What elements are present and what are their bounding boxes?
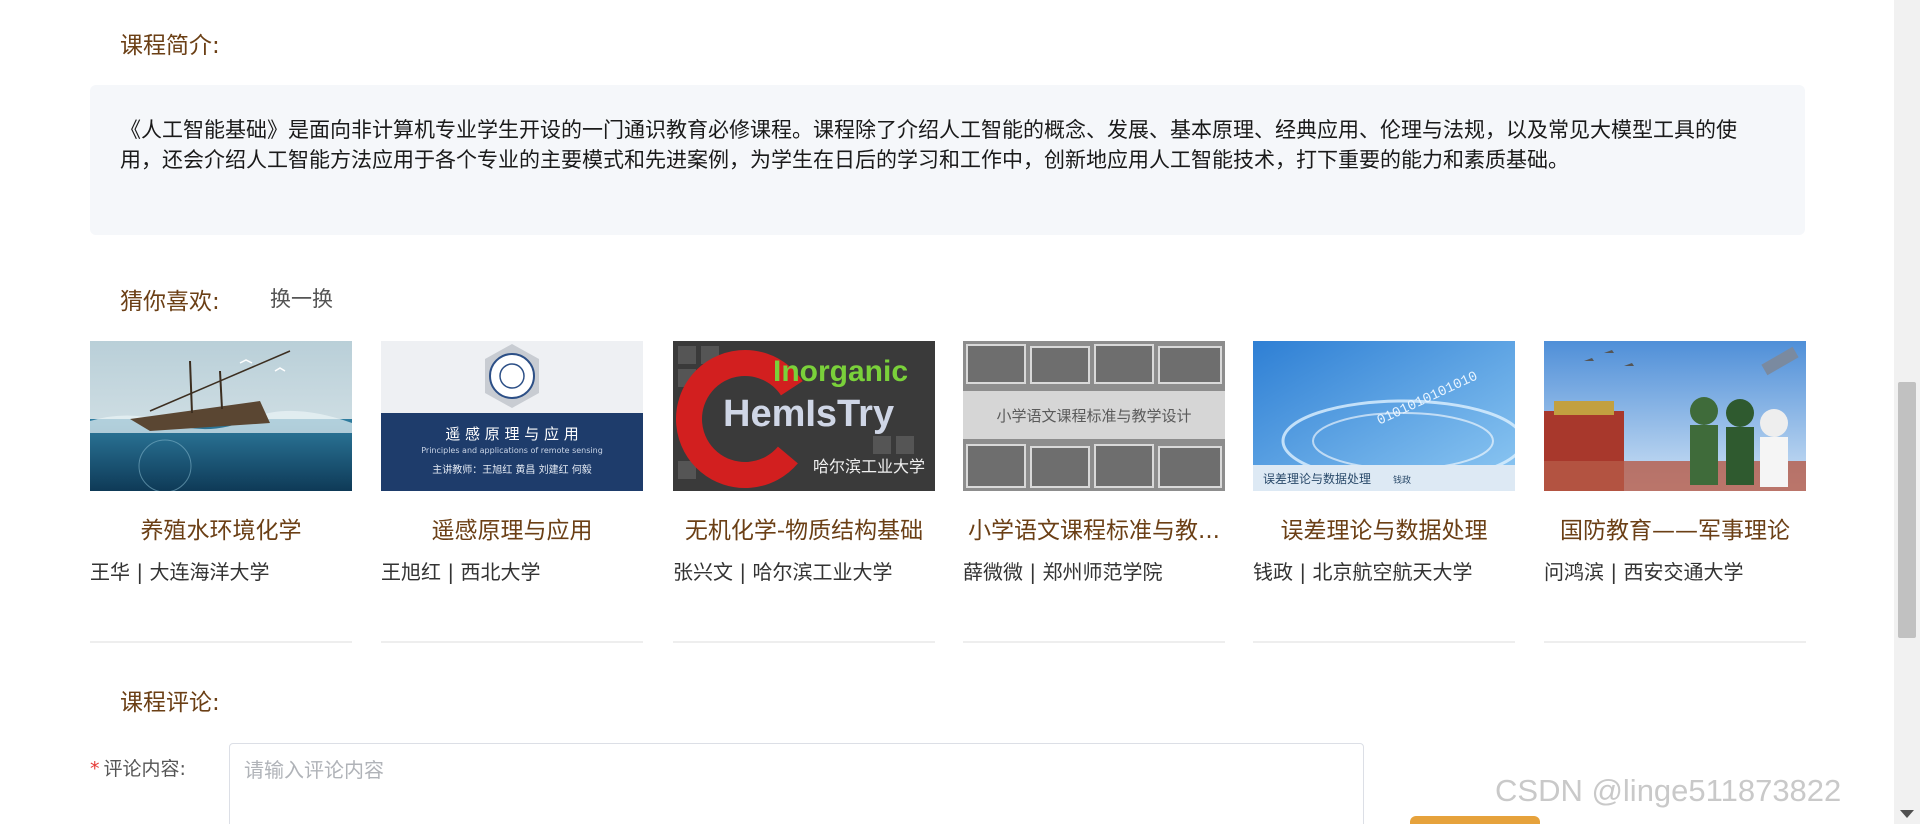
page-scrollbar[interactable] <box>1894 0 1920 824</box>
submit-comment-button[interactable] <box>1410 816 1540 824</box>
course-meta: 张兴文 | 哈尔滨工业大学 <box>673 560 893 584</box>
course-meta: 钱政 | 北京航空航天大学 <box>1253 560 1473 584</box>
thumbnail-title: 误差理论与数据处理 <box>1263 472 1372 486</box>
course-title[interactable]: 误差理论与数据处理 <box>1253 511 1515 543</box>
comment-label: * 评论内容: <box>90 754 186 781</box>
required-mark: * <box>90 758 100 780</box>
course-thumbnail[interactable]: 小学语文课程标准与教学设计 <box>963 341 1225 491</box>
course-card[interactable]: 国防教育——军事理论 问鸿滨 | 西安交通大学 <box>1544 341 1806 643</box>
thumbnail-subtitle: Principles and applications of remote se… <box>421 446 603 455</box>
course-card[interactable]: Inorganic HemIsTry 哈尔滨工业大学 无机化学-物质结构基础 张… <box>673 341 935 643</box>
recommend-heading: 猜你喜欢: <box>120 289 220 315</box>
course-title[interactable]: 养殖水环境化学 <box>90 511 352 543</box>
thumbnail-teachers: 主讲教师：王旭红 黄昌 刘建红 何毅 <box>432 465 592 476</box>
course-meta: 王华 | 大连海洋大学 <box>90 560 270 584</box>
intro-heading: 课程简介: <box>120 33 220 59</box>
course-card[interactable]: 养殖水环境化学 王华 | 大连海洋大学 <box>90 341 352 643</box>
thumbnail-title: Inorganic <box>773 355 909 388</box>
intro-text: 《人工智能基础》是面向非计算机专业学生开设的一门通识教育必修课程。课程除了介绍人… <box>120 118 1737 172</box>
course-thumbnail[interactable] <box>1544 341 1806 491</box>
course-thumbnail[interactable]: 遥 感 原 理 与 应 用 Principles and application… <box>381 341 643 491</box>
watermark: CSDN @linge511873822 <box>1495 773 1842 808</box>
course-title[interactable]: 无机化学-物质结构基础 <box>673 511 935 543</box>
course-meta: 问鸿滨 | 西安交通大学 <box>1544 560 1744 584</box>
thumbnail-title-2: HemIsTry <box>723 393 895 435</box>
refresh-button[interactable]: 换一换 <box>270 283 333 313</box>
course-detail-page: 课程简介: 《人工智能基础》是面向非计算机专业学生开设的一门通识教育必修课程。课… <box>0 0 1920 824</box>
thumbnail-title: 遥 感 原 理 与 应 用 <box>445 425 579 443</box>
thumbnail-school: 哈尔滨工业大学 <box>813 457 926 476</box>
comments-heading: 课程评论: <box>120 690 220 716</box>
course-title[interactable]: 遥感原理与应用 <box>381 511 643 543</box>
comment-label-text: 评论内容: <box>103 758 186 780</box>
course-meta: 薛微微 | 郑州师范学院 <box>963 560 1163 584</box>
course-thumbnail[interactable]: 0101010101010 误差理论与数据处理 钱政 <box>1253 341 1515 491</box>
scroll-down-arrow-icon[interactable] <box>1900 810 1914 818</box>
course-title[interactable]: 国防教育——军事理论 <box>1544 511 1806 543</box>
thumbnail-teacher: 钱政 <box>1393 476 1412 486</box>
course-thumbnail[interactable] <box>90 341 352 491</box>
comment-input[interactable] <box>229 743 1364 824</box>
course-meta: 王旭红 | 西北大学 <box>381 560 541 584</box>
intro-box: 《人工智能基础》是面向非计算机专业学生开设的一门通识教育必修课程。课程除了介绍人… <box>90 85 1805 235</box>
course-title[interactable]: 小学语文课程标准与教... <box>963 511 1225 543</box>
course-card[interactable]: 遥 感 原 理 与 应 用 Principles and application… <box>381 341 643 643</box>
course-card[interactable]: 0101010101010 误差理论与数据处理 钱政 误差理论与数据处理 钱政 … <box>1253 341 1515 643</box>
course-thumbnail[interactable]: Inorganic HemIsTry 哈尔滨工业大学 <box>673 341 935 491</box>
course-card[interactable]: 小学语文课程标准与教学设计 小学语文课程标准与教... 薛微微 | 郑州师范学院 <box>963 341 1225 643</box>
scrollbar-thumb[interactable] <box>1898 382 1916 638</box>
thumbnail-title: 小学语文课程标准与教学设计 <box>996 407 1192 425</box>
